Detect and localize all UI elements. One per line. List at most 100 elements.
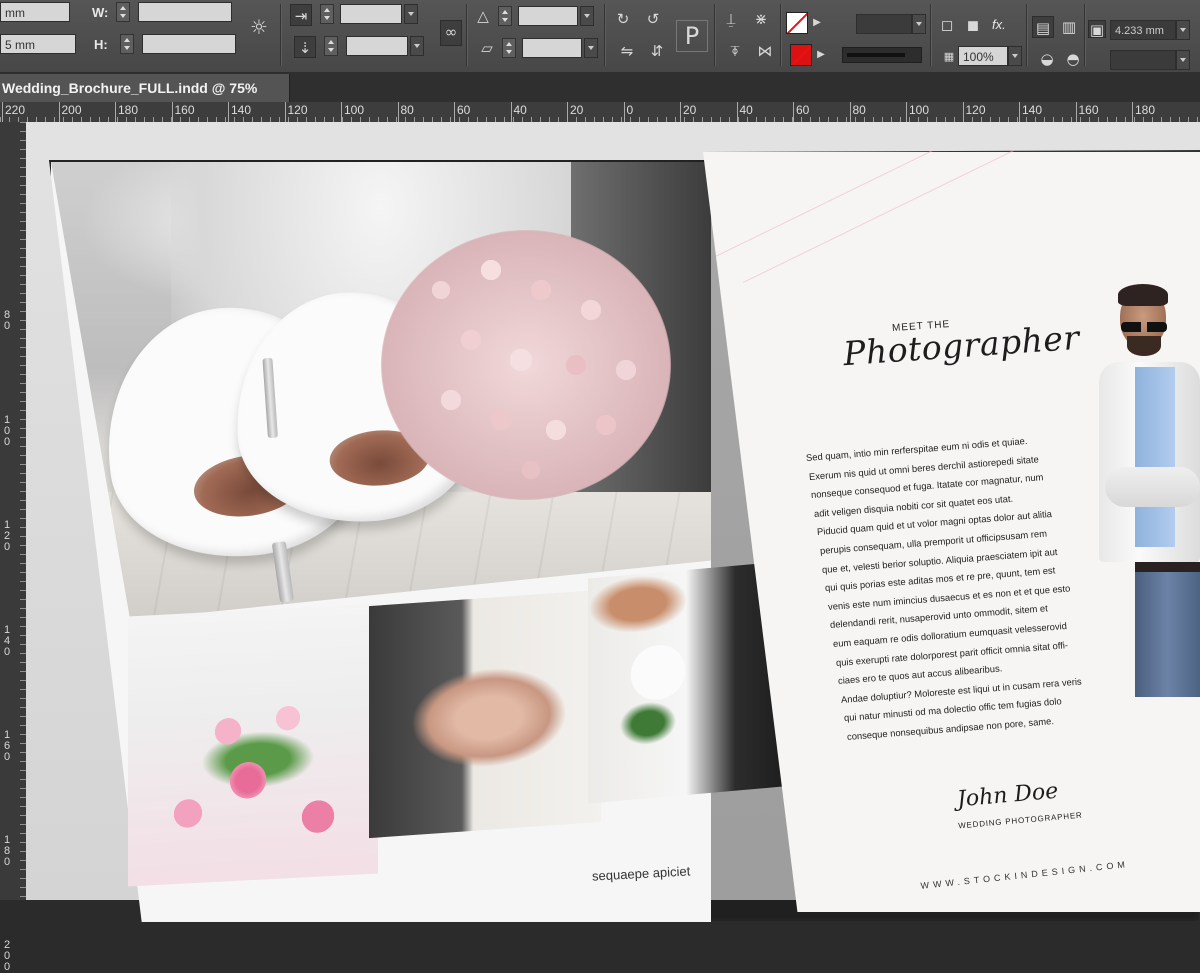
stroke-swatch-icon[interactable]	[790, 44, 812, 66]
constrain-proportions-icon[interactable]: ☼	[248, 16, 270, 38]
fx-label[interactable]: fx.	[992, 17, 1006, 32]
horizontal-ruler[interactable]: 220 200 180 160 140 120 100 80 60 40 20 0 20 40 60 80 10…	[0, 102, 1200, 123]
height-field[interactable]	[142, 34, 236, 54]
shoe-heel	[262, 357, 278, 439]
align-center-icon[interactable]: ◓	[1062, 48, 1084, 70]
stroke-weight-dropdown[interactable]	[912, 14, 926, 34]
ruler-label: 120	[965, 103, 986, 117]
ruler-major-tick	[736, 102, 738, 122]
scale-y-stepper[interactable]	[324, 36, 338, 56]
ruler-label: 180	[118, 103, 139, 117]
separator	[466, 4, 467, 66]
select-previous-icon[interactable]: ⍕	[724, 40, 746, 62]
stroke-type-selector[interactable]	[842, 47, 922, 63]
drop-shadow-icon[interactable]: ◻	[936, 14, 958, 36]
x-position-field[interactable]: mm	[0, 2, 70, 22]
scale-x-stepper[interactable]	[320, 4, 334, 24]
ruler-major-tick	[115, 102, 116, 122]
width-stepper[interactable]	[116, 2, 130, 22]
y-position-field[interactable]: 5 mm	[0, 34, 76, 54]
object-style-dropdown[interactable]	[1176, 50, 1190, 70]
shear-stepper[interactable]	[502, 38, 516, 58]
ruler-label: 200	[4, 939, 11, 973]
width-label: W:	[92, 5, 109, 20]
ruler-label: 40	[739, 103, 753, 117]
object-style-field[interactable]	[1110, 50, 1176, 70]
beard	[1127, 336, 1161, 356]
ruler-label: 160	[174, 103, 195, 117]
frame-fitting-icon[interactable]: ▣	[1088, 20, 1106, 39]
rotate-stepper[interactable]	[498, 6, 512, 26]
rotate-field[interactable]	[518, 6, 578, 26]
ruler-label: 180	[1135, 103, 1156, 117]
ruler-major-tick	[397, 102, 399, 122]
ruler-label: 100	[4, 414, 11, 448]
scale-x-field[interactable]	[340, 4, 402, 24]
ruler-major-tick	[341, 102, 342, 122]
text-wrap-bbox-icon[interactable]: ▥	[1058, 16, 1080, 38]
ruler-label: 200	[61, 103, 82, 117]
photo-ring-hands[interactable]	[369, 589, 601, 839]
rotate-ccw-icon[interactable]: ↺	[642, 8, 664, 30]
opacity-dropdown[interactable]	[1008, 46, 1022, 66]
flip-horizontal-icon[interactable]: ⇋	[616, 40, 638, 62]
ruler-label: 140	[1022, 103, 1043, 117]
photo-bride-groom[interactable]	[588, 561, 784, 804]
scale-y-dropdown[interactable]	[410, 36, 424, 56]
separator	[1026, 4, 1027, 66]
ruler-label: 140	[231, 103, 252, 117]
opacity-field[interactable]: 100%	[958, 46, 1008, 66]
ruler-major-tick	[793, 102, 794, 122]
width-field[interactable]	[138, 2, 232, 22]
ruler-major-tick	[2, 102, 3, 122]
shear-field[interactable]	[522, 38, 582, 58]
ruler-major-tick	[171, 102, 173, 122]
ruler-label: 20	[683, 103, 697, 117]
stroke-weight-value[interactable]: 4.233 mm	[1110, 20, 1176, 40]
stroke-weight-value-dropdown[interactable]	[1176, 20, 1190, 40]
vertical-ruler[interactable]: 80 100 120 140 160 180 200	[0, 122, 26, 973]
stroke-weight-field[interactable]	[856, 14, 912, 34]
ruler-label: 100	[344, 103, 365, 117]
select-container-icon[interactable]: ⍊	[720, 8, 742, 30]
chain-link-icon[interactable]: ∞	[440, 20, 462, 46]
text-wrap-none-icon[interactable]: ▤	[1032, 16, 1054, 38]
select-next-icon[interactable]: ⋈	[754, 40, 776, 62]
rotate-dropdown[interactable]	[580, 6, 594, 26]
fill-dropdown-arrow-icon[interactable]: ▶	[810, 12, 824, 34]
ruler-major-tick	[284, 102, 286, 122]
ruler-major-tick	[962, 102, 964, 122]
ruler-label: 220	[5, 103, 26, 117]
scale-x-dropdown[interactable]	[404, 4, 418, 24]
ruler-label: 80	[852, 103, 866, 117]
stroke-dropdown-arrow-icon[interactable]: ▶	[814, 44, 828, 66]
photographer-portrait[interactable]	[1095, 282, 1200, 697]
main-photo-shoes-bouquet[interactable]	[51, 162, 711, 620]
scale-y-icon: ⇣	[294, 36, 316, 58]
ruler-major-tick	[680, 102, 681, 122]
height-label: H:	[94, 37, 108, 52]
fill-swatch-icon[interactable]	[786, 12, 808, 34]
ruler-major-tick	[1132, 102, 1133, 122]
shear-dropdown[interactable]	[584, 38, 598, 58]
paragraph-icon[interactable]: P	[676, 20, 708, 52]
ruler-label: 180	[4, 834, 11, 868]
flip-vertical-icon[interactable]: ⇵	[646, 40, 668, 62]
rotate-cw-icon[interactable]: ↻	[612, 8, 634, 30]
scale-y-field[interactable]	[346, 36, 408, 56]
ruler-major-tick	[1019, 102, 1020, 122]
photo-pink-flowers[interactable]	[128, 603, 378, 887]
height-stepper[interactable]	[120, 34, 134, 54]
control-panel: mm 5 mm W: H: ☼ ⇥ ⇣ ∞ △ ▱ ↻ ↺ ⇋ ⇵ P ⍊ ⋇ …	[0, 0, 1200, 73]
effects-icon[interactable]: ◼	[962, 14, 984, 36]
ruler-major-tick	[849, 102, 851, 122]
separator	[930, 4, 931, 66]
separator	[280, 4, 281, 66]
document-tab[interactable]: Wedding_Brochure_FULL.indd @ 75%	[0, 74, 290, 102]
separator	[604, 4, 605, 66]
ruler-label: 0	[626, 103, 634, 117]
select-content-icon[interactable]: ⋇	[750, 8, 772, 30]
align-top-icon[interactable]: ◒	[1036, 48, 1058, 70]
ruler-label: 160	[1078, 103, 1099, 117]
shear-angle-icon: ▱	[481, 39, 493, 57]
